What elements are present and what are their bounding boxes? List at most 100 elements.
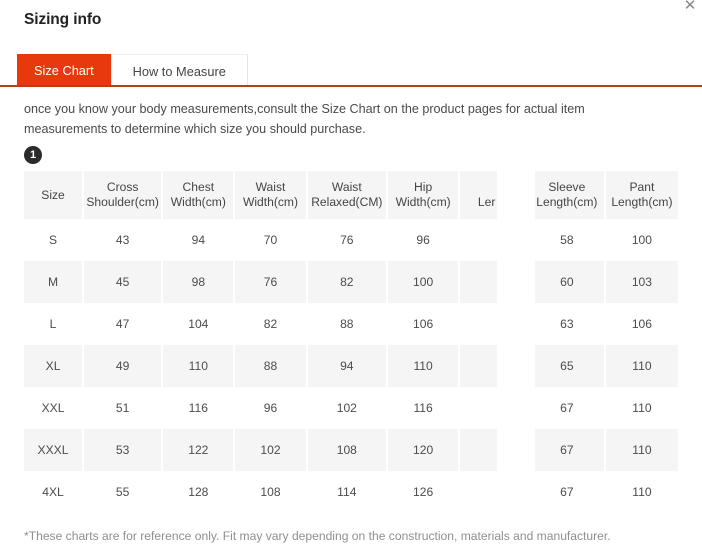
cell-hip-width: 110 [388,345,459,387]
tab-bar: Size Chart How to Measure [0,48,702,87]
cell-size: M [24,261,83,303]
step-badge: 1 [24,146,42,164]
col-header-line2: Length(cm) [611,195,673,209]
col-header-line1: Sleeve [548,180,586,194]
col-header-line2: Shoulder(cm) [86,195,159,209]
intro-section: once you know your body measurements,con… [0,87,702,164]
footnote-text: *These charts are for reference only. Fi… [24,529,611,543]
cell-waist-relaxed: 88 [307,303,387,345]
cell-cross-shoulder: 45 [84,261,162,303]
col-header-line2: Width(cm) [395,195,451,209]
col-header-line1: Size [41,187,65,202]
table-row: XXXL 53 122 102 108 120 67 110 [24,429,678,471]
cell-waist-width: 76 [235,261,306,303]
cell-sleeve-length: 65 [529,345,604,387]
col-header-line2: Width(cm) [170,195,226,209]
tab-how-to-measure[interactable]: How to Measure [110,54,248,87]
cell-chest-width: 104 [163,303,234,345]
cell-waist-relaxed: 76 [307,219,387,261]
cell-pant-length: 110 [605,471,678,513]
cell-cross-shoulder: 55 [84,471,162,513]
cell-chest-width: 116 [163,387,234,429]
cell-cross-shoulder: 43 [84,219,162,261]
cell-occluded [460,345,528,387]
cell-size: XXL [24,387,83,429]
col-header-line1: Waist [331,180,362,194]
col-header-chest-width: Chest Width(cm) [163,171,234,219]
cell-cross-shoulder: 53 [84,429,162,471]
cell-pant-length: 103 [605,261,678,303]
cell-sleeve-length: 67 [529,471,604,513]
col-header-cross-shoulder: Cross Shoulder(cm) [84,171,162,219]
table-row: 4XL 55 128 108 114 126 67 110 [24,471,678,513]
table-row: XXL 51 116 96 102 116 67 110 [24,387,678,429]
tab-underline-rule [0,85,702,87]
col-header-line1: Hip [414,180,433,194]
size-chart-table: Size Cross Shoulder(cm) Chest Width(cm) … [22,171,680,513]
cell-pant-length: 106 [605,303,678,345]
cell-chest-width: 94 [163,219,234,261]
col-header-line1: Cross [106,180,139,194]
cell-cross-shoulder: 47 [84,303,162,345]
cell-waist-width: 102 [235,429,306,471]
col-header-waist-relaxed: Waist Relaxed(CM) [307,171,387,219]
table-row: M 45 98 76 82 100 60 103 [24,261,678,303]
cell-chest-width: 128 [163,471,234,513]
tab-list: Size Chart How to Measure [0,48,702,87]
cell-sleeve-length: 60 [529,261,604,303]
cell-size: XL [24,345,83,387]
cell-size: XXXL [24,429,83,471]
table-body: S 43 94 70 76 96 58 100 M 45 98 76 82 10… [24,219,678,513]
table-header-row: Size Cross Shoulder(cm) Chest Width(cm) … [24,171,678,219]
cell-waist-width: 82 [235,303,306,345]
cell-waist-relaxed: 102 [307,387,387,429]
col-header-line1: Pant [629,180,655,194]
tab-size-chart[interactable]: Size Chart [17,54,111,87]
cell-chest-width: 98 [163,261,234,303]
cell-occluded [460,219,528,261]
table-row: XL 49 110 88 94 110 65 110 [24,345,678,387]
cell-sleeve-length: 67 [529,387,604,429]
col-header-waist-width: Waist Width(cm) [235,171,306,219]
cell-waist-width: 96 [235,387,306,429]
cell-size: S [24,219,83,261]
cell-occluded [460,429,528,471]
cell-hip-width: 96 [388,219,459,261]
cell-waist-width: 108 [235,471,306,513]
cell-hip-width: 100 [388,261,459,303]
cell-cross-shoulder: 51 [84,387,162,429]
cell-waist-relaxed: 114 [307,471,387,513]
cell-pant-length: 110 [605,345,678,387]
table-header: Size Cross Shoulder(cm) Chest Width(cm) … [24,171,678,219]
cell-waist-width: 70 [235,219,306,261]
close-icon[interactable]: ✕ [681,0,699,14]
cell-pant-length: 110 [605,429,678,471]
page-title: Sizing info [24,11,102,28]
cell-pant-length: 110 [605,387,678,429]
cell-hip-width: 120 [388,429,459,471]
size-chart-table-wrap: Size Cross Shoulder(cm) Chest Width(cm) … [0,164,702,515]
col-header-size: Size [24,171,83,219]
cell-cross-shoulder: 49 [84,345,162,387]
sizing-info-panel: Sizing info ✕ Size Chart How to Measure … [0,0,702,560]
cell-waist-relaxed: 82 [307,261,387,303]
col-header-line2: Length(cm) [536,195,598,209]
cell-occluded [460,261,528,303]
col-header-line1: Waist [255,180,286,194]
cell-sleeve-length: 58 [529,219,604,261]
cell-hip-width: 116 [388,387,459,429]
col-header-line2: Ler r ) [477,195,511,209]
cell-hip-width: 106 [388,303,459,345]
col-header-hip-width: Hip Width(cm) [388,171,459,219]
cell-sleeve-length: 63 [529,303,604,345]
cell-hip-width: 126 [388,471,459,513]
cell-sleeve-length: 67 [529,429,604,471]
col-header-pant-length: Pant Length(cm) [605,171,678,219]
cell-waist-relaxed: 94 [307,345,387,387]
col-header-line1: Chest [182,180,215,194]
cell-chest-width: 122 [163,429,234,471]
intro-text: once you know your body measurements,con… [24,102,585,136]
footnote-section: *These charts are for reference only. Fi… [0,513,702,546]
table-row: L 47 104 82 88 106 63 106 [24,303,678,345]
col-header-line2: Width(cm) [242,195,299,209]
